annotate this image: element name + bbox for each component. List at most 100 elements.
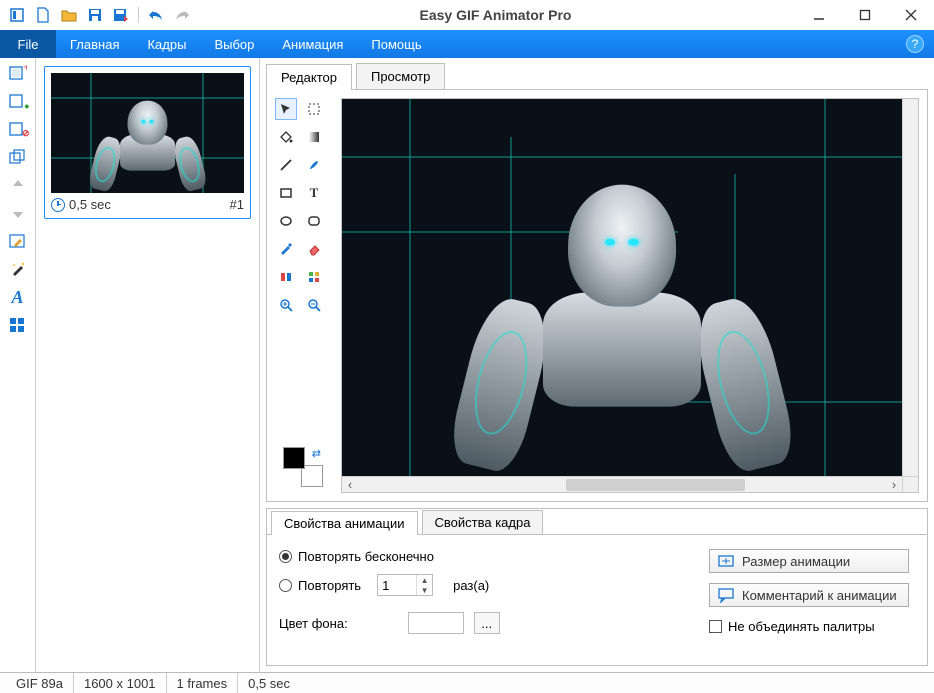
qa-save-as-icon[interactable]: [110, 4, 132, 26]
frame-info: 0,5 sec #1: [51, 193, 244, 212]
tool-line-icon[interactable]: [275, 154, 297, 176]
minimize-button[interactable]: [796, 0, 842, 30]
label-merge-palettes: Не объединять палитры: [728, 619, 875, 634]
clock-icon: [51, 198, 65, 212]
repeat-value[interactable]: 1: [378, 578, 416, 593]
workspace: + ● ⊘ A: [0, 58, 934, 672]
qa-undo-icon[interactable]: [145, 4, 167, 26]
titlebar: Easy GIF Animator Pro: [0, 0, 934, 30]
insert-frame-icon[interactable]: +: [5, 62, 31, 84]
delete-frame-icon[interactable]: ⊘: [5, 118, 31, 140]
status-bar: GIF 89a 1600 x 1001 1 frames 0,5 sec: [0, 672, 934, 693]
ribbon-tab-home[interactable]: Главная: [56, 30, 133, 58]
horizontal-scrollbar[interactable]: ‹ ›: [342, 476, 902, 492]
tool-ellipse-icon[interactable]: [275, 210, 297, 232]
tool-eyedropper-icon[interactable]: [275, 238, 297, 260]
move-down-icon[interactable]: [5, 202, 31, 224]
tool-rounded-rect-icon[interactable]: [303, 210, 325, 232]
tool-rectangle-icon[interactable]: [275, 182, 297, 204]
tool-fill-icon[interactable]: [275, 126, 297, 148]
scroll-right-arrow[interactable]: ›: [886, 477, 902, 493]
merge-palettes-checkbox[interactable]: Не объединять палитры: [709, 619, 875, 634]
qa-new-icon[interactable]: [32, 4, 54, 26]
ribbon-file-tab[interactable]: File: [0, 30, 56, 58]
manage-frames-icon[interactable]: [5, 314, 31, 336]
label-times: раз(а): [453, 578, 489, 593]
ribbon-tab-selection[interactable]: Выбор: [200, 30, 268, 58]
ribbon-tab-help[interactable]: Помощь: [357, 30, 435, 58]
radio-repeat-n[interactable]: Повторять 1 ▲▼ раз(а): [279, 574, 619, 596]
tool-palette: T: [275, 98, 327, 318]
svg-text:+: +: [23, 65, 27, 74]
window-title: Easy GIF Animator Pro: [195, 7, 796, 23]
ribbon-tab-frames[interactable]: Кадры: [133, 30, 200, 58]
editor-tabs: Редактор Просмотр: [266, 62, 928, 90]
anim-size-button[interactable]: Размер анимации: [709, 549, 909, 573]
qa-redo-icon[interactable]: [171, 4, 193, 26]
tab-preview[interactable]: Просмотр: [356, 63, 445, 89]
ribbon-tabs: File Главная Кадры Выбор Анимация Помощь…: [0, 30, 934, 58]
foreground-color[interactable]: [283, 447, 305, 469]
anim-size-label: Размер анимации: [742, 554, 850, 569]
effects-icon[interactable]: [5, 258, 31, 280]
tool-marquee-icon[interactable]: [303, 98, 325, 120]
canvas[interactable]: ‹ ›: [341, 98, 919, 493]
anim-comment-button[interactable]: Комментарий к анимации: [709, 583, 909, 607]
qa-open-icon[interactable]: [58, 4, 80, 26]
move-up-icon[interactable]: [5, 174, 31, 196]
ribbon-tab-animation[interactable]: Анимация: [268, 30, 357, 58]
edit-frame-icon[interactable]: [5, 230, 31, 252]
radio-on-icon[interactable]: [279, 550, 292, 563]
checkbox-icon[interactable]: [709, 620, 722, 633]
spin-up-icon[interactable]: ▲: [417, 575, 432, 585]
frame-index: #1: [230, 197, 244, 212]
tab-editor[interactable]: Редактор: [266, 64, 352, 90]
radio-repeat-forever[interactable]: Повторять бесконечно: [279, 549, 619, 564]
vertical-scrollbar[interactable]: [902, 99, 918, 476]
status-duration: 0,5 sec: [238, 673, 300, 693]
close-button[interactable]: [888, 0, 934, 30]
qa-app-icon[interactable]: [6, 4, 28, 26]
status-dimensions: 1600 x 1001: [74, 673, 167, 693]
editor-area: Редактор Просмотр T: [260, 58, 934, 672]
property-tabs: Свойства анимации Свойства кадра: [267, 509, 927, 535]
maximize-button[interactable]: [842, 0, 888, 30]
add-blank-frame-icon[interactable]: ●: [5, 90, 31, 112]
text-tool-icon[interactable]: A: [5, 286, 31, 308]
bg-color-picker-button[interactable]: ...: [474, 612, 500, 634]
left-toolbar: + ● ⊘ A: [0, 58, 36, 672]
tool-flip-icon[interactable]: [275, 266, 297, 288]
status-type: GIF 89a: [6, 673, 74, 693]
tab-frame-props[interactable]: Свойства кадра: [422, 510, 544, 534]
duplicate-frame-icon[interactable]: [5, 146, 31, 168]
label-repeat-forever: Повторять бесконечно: [298, 549, 434, 564]
spin-down-icon[interactable]: ▼: [417, 585, 432, 595]
tool-eraser-icon[interactable]: [303, 238, 325, 260]
scroll-left-arrow[interactable]: ‹: [342, 477, 358, 493]
repeat-count-input[interactable]: 1 ▲▼: [377, 574, 433, 596]
tool-pointer-icon[interactable]: [275, 98, 297, 120]
tool-zoom-in-icon[interactable]: [275, 294, 297, 316]
status-frames: 1 frames: [167, 673, 239, 693]
frame-duration: 0,5 sec: [69, 197, 111, 212]
anim-comment-label: Комментарий к анимации: [742, 588, 897, 603]
properties-body: Повторять бесконечно Повторять 1 ▲▼ раз(…: [267, 535, 927, 665]
qa-separator: [138, 7, 139, 23]
scroll-thumb[interactable]: [566, 479, 745, 491]
properties-panel: Свойства анимации Свойства кадра Повторя…: [266, 508, 928, 666]
tool-zoom-out-icon[interactable]: [303, 294, 325, 316]
color-swatch[interactable]: ⇄: [283, 447, 323, 487]
tool-text-icon[interactable]: T: [303, 182, 325, 204]
radio-off-icon[interactable]: [279, 579, 292, 592]
frame-card[interactable]: 0,5 sec #1: [44, 66, 251, 219]
help-icon[interactable]: ?: [906, 35, 924, 53]
tool-gradient-icon[interactable]: [303, 126, 325, 148]
qa-save-icon[interactable]: [84, 4, 106, 26]
bg-color-swatch[interactable]: [408, 612, 464, 634]
frame-thumbnail[interactable]: [51, 73, 244, 193]
tool-brush-icon[interactable]: [303, 154, 325, 176]
swap-colors-icon[interactable]: ⇄: [312, 447, 321, 460]
tool-color-replace-icon[interactable]: [303, 266, 325, 288]
editor-body: T ⇄: [266, 90, 928, 502]
tab-anim-props[interactable]: Свойства анимации: [271, 511, 418, 535]
